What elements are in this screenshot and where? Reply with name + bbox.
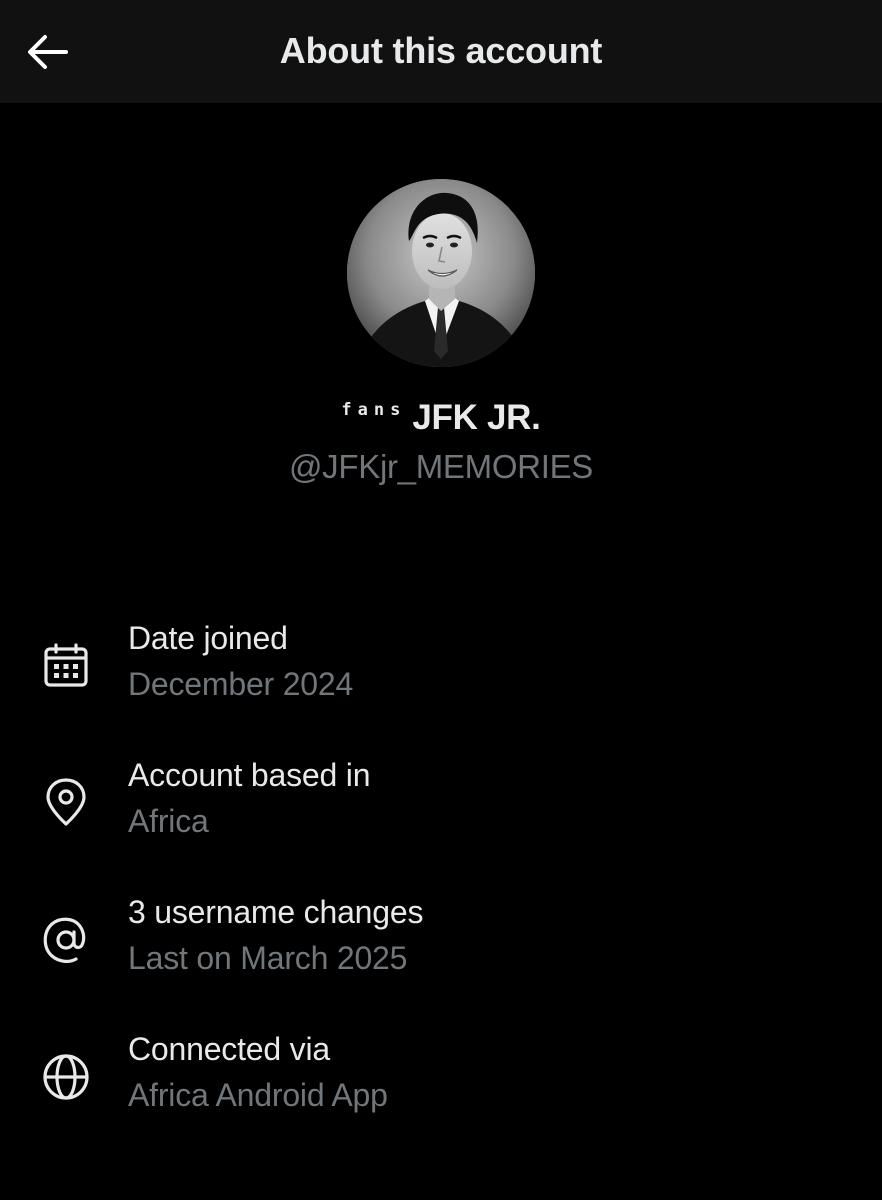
display-name-main: JFK JR. [412,398,541,437]
username-changes-label: 3 username changes [128,894,424,930]
globe-icon [40,1051,92,1103]
connected-via-row: Connected via Africa Android App [0,1031,882,1141]
location-pin-icon [40,777,92,829]
page-title: About this account [279,30,603,71]
account-based-in-row: Account based in Africa [0,757,882,867]
profile-photo [347,179,535,367]
username-handle: @JFKjr_MEMORIES [288,448,594,485]
connected-via-label: Connected via [128,1031,330,1067]
account-based-in-label: Account based in [128,757,371,793]
calendar-icon [40,640,92,692]
avatar [347,179,535,367]
date-joined-value: December 2024 [128,666,354,702]
at-sign-icon [40,914,92,966]
date-joined-row: Date joined December 2024 [0,620,882,730]
display-name-prefix: fans [341,400,407,420]
connected-via-value: Africa Android App [128,1077,388,1113]
display-name: fans JFK JR. [0,398,882,438]
username-changes-value: Last on March 2025 [128,940,408,976]
date-joined-label: Date joined [128,620,288,656]
account-based-in-value: Africa [128,803,209,839]
username-changes-row: 3 username changes Last on March 2025 [0,894,882,1004]
top-bar: About this account [0,0,882,103]
